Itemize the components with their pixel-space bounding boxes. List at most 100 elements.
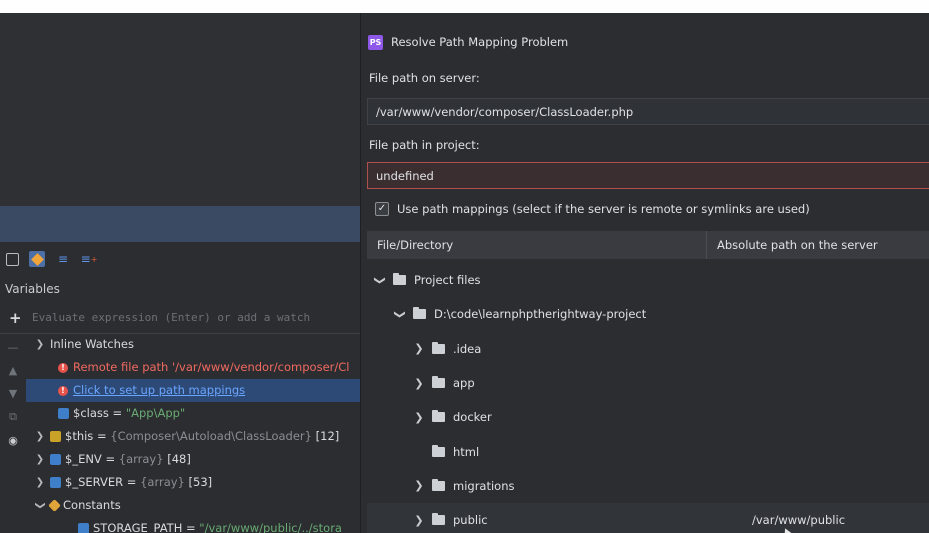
- table-row[interactable]: html: [367, 434, 929, 468]
- var-value: {array}: [118, 452, 164, 466]
- server-path-input[interactable]: [368, 99, 929, 124]
- row-label: public: [453, 513, 488, 528]
- variables-title: Variables: [5, 282, 60, 296]
- move-up-icon[interactable]: ▲: [9, 364, 17, 377]
- remote-path-error-text: Remote file path '/var/www/vendor/compos…: [73, 360, 350, 374]
- table-row[interactable]: ❯ public /var/www/public: [367, 503, 929, 533]
- var-name: $_SERVER: [65, 475, 124, 489]
- error-icon: !: [58, 362, 68, 373]
- chevron-right-icon[interactable]: ❯: [34, 471, 46, 494]
- tree-row-constants[interactable]: ❯ Constants: [26, 494, 360, 517]
- table-row[interactable]: ❯ docker: [367, 400, 929, 434]
- folder-icon: [413, 307, 426, 320]
- tree-row-class[interactable]: $class = "App\App": [26, 402, 360, 425]
- side-gutter: — ▲ ▼ ⧉ ◉: [0, 333, 26, 533]
- tree-row-error: ! Remote file path '/var/www/vendor/comp…: [26, 356, 360, 379]
- debug-tab-strip: [0, 206, 360, 242]
- folder-icon: [432, 341, 445, 354]
- chevron-right-icon[interactable]: ❯: [412, 377, 426, 390]
- chevron-down-icon[interactable]: ❯: [374, 273, 387, 287]
- move-down-icon[interactable]: ▼: [9, 387, 17, 400]
- var-eq: =: [101, 452, 119, 466]
- tree-label: Inline Watches: [50, 337, 134, 351]
- row-label: docker: [453, 410, 492, 425]
- view-icon[interactable]: ◉: [8, 434, 18, 447]
- var-value: {Composer\Autoload\ClassLoader}: [110, 429, 312, 443]
- var-eq: =: [93, 429, 111, 443]
- folder-icon: [432, 513, 445, 526]
- chevron-right-icon[interactable]: ❯: [412, 342, 426, 355]
- row-label: html: [453, 444, 480, 459]
- minus-icon[interactable]: —: [8, 341, 19, 354]
- error-icon: !: [58, 385, 68, 396]
- tree-row-server[interactable]: ❯ $_SERVER = {array} [53]: [26, 471, 360, 494]
- var-value: {array}: [140, 475, 185, 489]
- var-name: $this: [65, 429, 94, 443]
- var-eq: =: [182, 521, 200, 533]
- tree-row-inline-watches[interactable]: ❯ Inline Watches: [26, 333, 360, 356]
- column-file-directory[interactable]: File/Directory: [367, 231, 707, 259]
- tree-row-storage-path[interactable]: STORAGE_PATH = "/var/www/public/../stora: [26, 517, 360, 533]
- server-path-field: [367, 98, 929, 125]
- folder-icon: [432, 444, 445, 457]
- project-path-label: File path in project:: [369, 138, 480, 152]
- variables-tree: ❯ Inline Watches ! Remote file path '/va…: [26, 333, 360, 533]
- server-path-cell[interactable]: /var/www/public: [752, 513, 845, 527]
- debug-toolbar: ≡ ≡ +: [0, 242, 360, 276]
- chevron-right-icon[interactable]: ❯: [34, 333, 46, 356]
- var-name: STORAGE_PATH: [93, 521, 183, 533]
- dialog-titlebar: PS Resolve Path Mapping Problem: [361, 30, 568, 54]
- chevron-right-icon[interactable]: ❯: [412, 479, 426, 492]
- tree-label: Constants: [63, 498, 121, 512]
- use-path-mappings-row[interactable]: ✓ Use path mappings (select if the serve…: [375, 202, 810, 216]
- phpstorm-logo-icon: PS: [368, 34, 383, 50]
- var-count: [53]: [184, 475, 213, 489]
- dialog-title: Resolve Path Mapping Problem: [391, 35, 569, 49]
- chevron-right-icon[interactable]: ❯: [412, 514, 426, 527]
- folder-icon: [432, 376, 445, 389]
- array-icon: [50, 454, 61, 465]
- chevron-right-icon[interactable]: ❯: [34, 425, 46, 448]
- copy-icon[interactable]: ⧉: [9, 410, 17, 424]
- table-row[interactable]: ❯ .idea: [367, 332, 929, 366]
- setup-path-mappings-link[interactable]: Click to set up path mappings: [73, 379, 245, 402]
- row-label: D:\code\learnphptherightway-project: [434, 307, 647, 322]
- table-row[interactable]: ❯ migrations: [367, 469, 929, 503]
- add-watch-icon[interactable]: +: [9, 309, 22, 327]
- var-eq: =: [123, 475, 141, 489]
- var-count: [12]: [311, 429, 340, 443]
- table-row[interactable]: ❯ D:\code\learnphptherightway-project: [367, 297, 929, 331]
- project-path-field: [367, 162, 929, 189]
- tree-row-env[interactable]: ❯ $_ENV = {array} [48]: [26, 448, 360, 471]
- tree-row-this[interactable]: ❯ $this = {Composer\Autoload\ClassLoader…: [26, 425, 360, 448]
- variable-icon: [78, 523, 89, 533]
- list-icon[interactable]: ≡: [55, 251, 71, 267]
- column-absolute-path[interactable]: Absolute path on the server: [707, 238, 878, 252]
- debug-panel: ≡ ≡+ Variables + — ▲ ▼ ⧉ ◉ ❯ Inline Watc…: [0, 13, 360, 533]
- evaluate-expression-input[interactable]: [28, 306, 360, 328]
- var-value: "App\App": [125, 406, 186, 420]
- add-list-icon[interactable]: ≡ +: [81, 251, 98, 267]
- row-label: migrations: [453, 478, 515, 493]
- mapping-table: ❯ Project files ❯ D:\code\learnphptherig…: [367, 263, 929, 533]
- use-path-mappings-checkbox[interactable]: ✓: [375, 202, 389, 216]
- tree-row-setup-link[interactable]: ! Click to set up path mappings: [26, 379, 360, 402]
- table-view-icon[interactable]: [6, 252, 19, 266]
- row-label: .idea: [453, 341, 482, 356]
- row-label: Project files: [414, 273, 481, 288]
- chevron-down-icon[interactable]: ❯: [394, 307, 407, 321]
- row-label: app: [453, 376, 475, 391]
- chevron-right-icon[interactable]: ❯: [412, 411, 426, 424]
- var-eq: =: [108, 406, 126, 420]
- chevron-right-icon[interactable]: ❯: [34, 448, 46, 471]
- evaluate-row: +: [0, 303, 360, 334]
- var-name: $_ENV: [65, 452, 102, 466]
- watch-toggle-icon[interactable]: [29, 251, 45, 267]
- mapping-table-header: File/Directory Absolute path on the serv…: [367, 231, 929, 259]
- var-value: "/var/www/public/../stora: [199, 521, 342, 533]
- table-row[interactable]: ❯ app: [367, 366, 929, 400]
- array-icon: [50, 477, 61, 488]
- screen-frame: ≡ ≡+ Variables + — ▲ ▼ ⧉ ◉ ❯ Inline Watc…: [0, 13, 929, 533]
- project-path-input[interactable]: [368, 163, 929, 188]
- table-row[interactable]: ❯ Project files: [367, 263, 929, 297]
